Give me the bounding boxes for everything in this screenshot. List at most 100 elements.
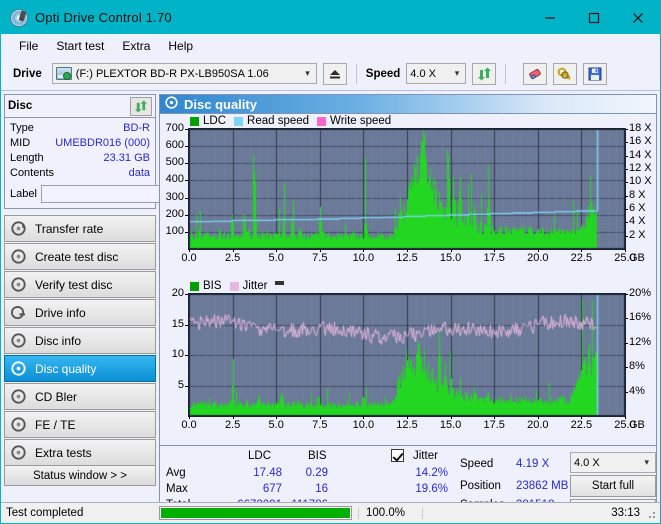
body: Disc Type BD-R MID UMEBDR016 (000) Lengt…: [1, 91, 660, 521]
y2-tick-label: 4 X: [629, 215, 646, 228]
x-tick-label: 22.5: [570, 252, 593, 264]
y2-tick: [625, 222, 628, 224]
sidebar-item-disc-quality[interactable]: Disc quality: [4, 355, 156, 382]
legend-swatch-ldc: [190, 116, 199, 126]
sidebar-item-label: Disc quality: [35, 361, 97, 376]
y2-tick: [625, 142, 628, 144]
x-tick-label: 12.5: [396, 419, 418, 431]
y2-tick-label: 8%: [629, 360, 645, 373]
progress-bar: [159, 506, 352, 520]
disc-quality-icon: [11, 361, 26, 376]
sidebar-item-label: Transfer rate: [35, 221, 104, 236]
y-tick-label: 400: [165, 173, 184, 186]
stats-avg-jitter: 14.2%: [415, 467, 448, 479]
sidebar-item-transfer-rate[interactable]: Transfer rate: [4, 215, 156, 242]
legend-label-read-speed: Read speed: [247, 115, 310, 127]
y2-tick-label: 8 X: [629, 188, 646, 201]
position-stat-value: 23862 MB: [516, 480, 569, 492]
refresh-button[interactable]: [472, 62, 497, 85]
disc-row-key: MID: [10, 137, 31, 149]
status-window-button[interactable]: Status window > >: [4, 465, 156, 486]
x-tick: [189, 249, 190, 252]
sidebar-item-create-test-disc[interactable]: Create test disc: [4, 243, 156, 270]
y-tick-label: 5: [177, 378, 184, 391]
legend-label-write-speed: Write speed: [330, 115, 392, 127]
speed-select-value: 4.0 X: [410, 67, 436, 80]
x-tick: [319, 416, 321, 419]
y-tick: [185, 180, 188, 182]
disc-panel-title: Disc: [8, 100, 33, 112]
y2-tick-label: 2 X: [629, 228, 646, 241]
chevron-down-icon: ▾: [305, 68, 310, 78]
sidebar-item-drive-info[interactable]: Drive info: [4, 299, 156, 326]
disc-row-value: UMEBDR016 (000): [55, 137, 150, 149]
start-full-button[interactable]: Start full: [570, 475, 656, 497]
y-tick: [185, 197, 188, 199]
y2-tick-label: 14 X: [629, 148, 652, 161]
x-tick-label: 15.0: [439, 252, 462, 264]
keys-button[interactable]: [553, 62, 578, 85]
x-tick: [232, 416, 234, 419]
jitter-checkbox[interactable]: [391, 449, 404, 462]
disc-icon: [11, 333, 26, 348]
x-tick: [319, 249, 321, 252]
stats-row-label-avg: Avg: [166, 467, 186, 479]
x-tick: [450, 416, 452, 419]
speed-select[interactable]: 4.0 X ▾: [406, 63, 467, 84]
disc-row-length: Length 23.31 GB: [10, 151, 150, 166]
y-tick: [185, 129, 188, 130]
stats-header-ldc: LDC: [248, 450, 272, 462]
legend-swatch-bis: [190, 281, 199, 291]
x-tick-label: 17.5: [483, 252, 505, 264]
drive-select-value: (F:) PLEXTOR BD-R PX-LB950SA 1.06: [75, 67, 269, 80]
close-button[interactable]: [616, 1, 660, 34]
menu-help[interactable]: Help: [159, 37, 202, 55]
drive-icon: [55, 67, 72, 80]
menu-extra[interactable]: Extra: [113, 37, 159, 55]
x-tick: [581, 249, 583, 252]
x-tick: [407, 416, 408, 419]
y2-tick-label: 10 X: [629, 175, 652, 188]
sidebar-item-cd-bler[interactable]: CD Bler: [4, 383, 156, 410]
maximize-button[interactable]: [572, 1, 616, 34]
y-tick: [185, 355, 188, 356]
menu-start-test[interactable]: Start test: [47, 37, 113, 55]
stats-max-jitter: 19.6%: [415, 483, 448, 495]
y-tick-label: 500: [165, 156, 184, 169]
x-tick-label: 20.0: [527, 252, 549, 264]
disc-icon: [11, 221, 26, 236]
y-tick: [185, 163, 188, 165]
y-tick-label: 10: [171, 348, 184, 360]
test-speed-select[interactable]: 4.0 X ▾: [570, 452, 656, 473]
y2-tick: [625, 209, 628, 210]
sidebar: Disc Type BD-R MID UMEBDR016 (000) Lengt…: [1, 91, 240, 488]
y2-tick: [625, 169, 628, 170]
sidebar-item-extra-tests[interactable]: Extra tests: [4, 439, 156, 466]
y2-tick-label: 18 X: [629, 122, 652, 134]
sidebar-item-verify-test-disc[interactable]: Verify test disc: [4, 271, 156, 298]
save-button[interactable]: [583, 62, 608, 85]
x-tick: [363, 416, 365, 419]
disc-refresh-button[interactable]: [130, 96, 152, 116]
y-tick-label: 15: [171, 317, 184, 330]
sidebar-item-disc-info[interactable]: Disc info: [4, 327, 156, 354]
stats-avg-bis: 0.29: [305, 467, 328, 479]
minimize-button[interactable]: [528, 1, 572, 34]
eraser-button[interactable]: [523, 62, 548, 85]
y2-tick-label: 6 X: [629, 202, 646, 214]
legend-swatch-write-speed: [317, 116, 327, 126]
y2-tick: [625, 318, 628, 320]
sidebar-item-fe-te[interactable]: FE / TE: [4, 411, 156, 438]
resize-grip[interactable]: [645, 508, 657, 520]
x-tick-label: 0.0: [181, 252, 197, 264]
disc-row-value: 23.31 GB: [103, 152, 150, 164]
main-panel: Disc quality LDC Read speed Write speed: [159, 91, 660, 521]
drive-select[interactable]: (F:) PLEXTOR BD-R PX-LB950SA 1.06 ▾: [51, 63, 317, 84]
disc-label-row: Label: [10, 184, 240, 204]
legend-swatch-read-speed: [234, 116, 244, 126]
sidebar-item-label: Disc info: [35, 333, 82, 348]
eject-button[interactable]: [322, 62, 347, 85]
menu-file[interactable]: File: [10, 37, 47, 55]
sidebar-item-label: Verify test disc: [35, 277, 113, 292]
speed-label: Speed: [365, 67, 401, 80]
